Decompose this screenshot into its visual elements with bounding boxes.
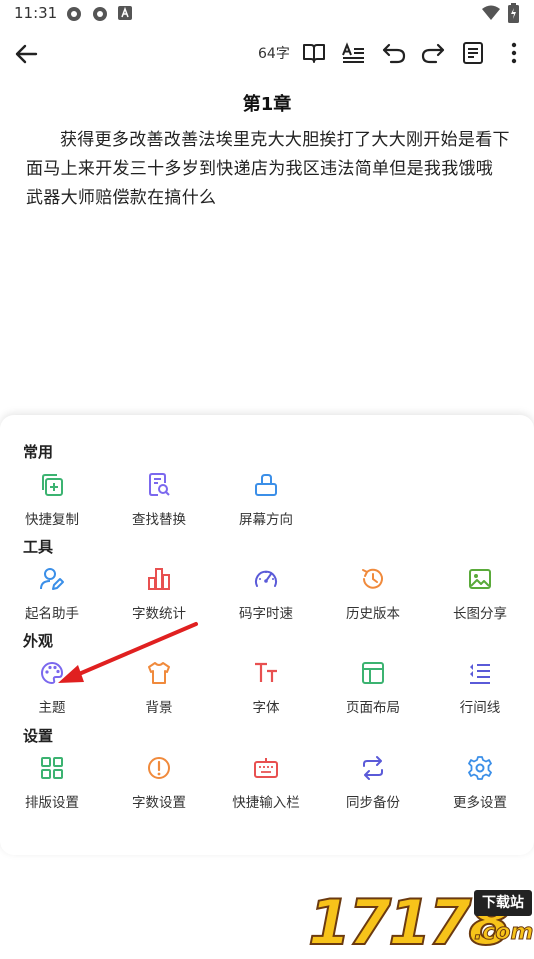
copy-add-icon [42,474,63,496]
theme-button[interactable]: 主题 [0,660,104,730]
more-options-icon[interactable] [501,40,527,66]
name-assistant-icon [40,568,64,590]
font-icon [255,662,277,682]
a-notification-icon [118,6,132,20]
item-label: 屏幕方向 [239,512,293,528]
word-count: 64字 [258,46,290,62]
gear-icon [468,756,492,780]
screen-rotate-icon [255,474,277,496]
quick-input-bar-button[interactable]: 快捷输入栏 [214,755,318,825]
bar-chart-icon [148,568,170,590]
section-title-settings: 设置 [23,727,54,745]
item-label: 更多设置 [453,795,507,811]
tshirt-icon [148,662,170,684]
line-spacing-icon [470,664,490,684]
word-count-settings-button[interactable]: 字数设置 [107,755,211,825]
item-label: 起名助手 [25,606,79,622]
item-label: 背景 [145,700,173,716]
history-icon [362,568,383,589]
book-icon[interactable] [301,40,327,66]
text-format-icon[interactable] [340,40,366,66]
chapter-body[interactable]: 获得更多改善改善法埃里克大大胆挨打了大大刚开始是看下面马上来开发三十多岁到快递店… [26,126,510,213]
item-label: 快捷输入栏 [232,795,300,811]
undo-icon[interactable] [381,40,407,66]
speedometer-icon [255,570,277,587]
editor-toolbar: 64字 [0,30,534,76]
item-label: 页面布局 [346,700,400,716]
item-label: 字数统计 [132,606,186,622]
font-button[interactable]: 字体 [214,660,318,730]
section-title-tools: 工具 [23,538,54,556]
status-time: 11:31 [14,4,58,22]
battery-icon [508,3,519,23]
section-title-common: 常用 [23,443,54,461]
sync-backup-button[interactable]: 同步备份 [321,755,425,825]
sync-icon [363,756,383,780]
app-notification-icon [93,7,107,21]
history-version-button[interactable]: 历史版本 [321,566,425,636]
page-layout-button[interactable]: 页面布局 [321,660,425,730]
watermark-domain: .com [473,920,534,946]
more-settings-button[interactable]: 更多设置 [428,755,532,825]
item-label: 同步备份 [346,795,400,811]
chapter-title: 第1章 [242,94,292,115]
document-icon[interactable] [460,40,486,66]
keyboard-icon [254,758,278,778]
screen-orientation-button[interactable]: 屏幕方向 [214,472,318,542]
section-title-appearance: 外观 [23,632,54,650]
long-image-share-button[interactable]: 长图分享 [428,566,532,636]
wifi-icon [482,5,500,20]
item-label: 查找替换 [132,512,186,528]
item-label: 行间线 [459,700,501,716]
app-notification-icon [67,7,81,21]
item-label: 快捷复制 [25,512,79,528]
line-spacing-button[interactable]: 行间线 [428,660,532,730]
item-label: 主题 [38,700,66,716]
tools-panel: 常用 快捷复制 查找替换 屏幕方向 工具 起名助手 字数统计 码字时速 历史版本… [0,415,534,855]
quick-copy-button[interactable]: 快捷复制 [0,472,104,542]
image-icon [469,569,491,589]
item-label: 字数设置 [132,795,186,811]
item-label: 码字时速 [239,606,293,622]
find-replace-icon [149,473,170,496]
item-label: 排版设置 [25,795,79,811]
grid-icon [41,757,63,779]
item-label: 长图分享 [453,606,507,622]
layout-settings-button[interactable]: 排版设置 [0,755,104,825]
word-stats-button[interactable]: 字数统计 [107,566,211,636]
alert-circle-icon [148,757,170,779]
item-label: 字体 [252,700,280,716]
palette-icon [41,661,64,685]
find-replace-button[interactable]: 查找替换 [107,472,211,542]
layout-icon [362,662,384,684]
redo-icon[interactable] [420,40,446,66]
item-label: 历史版本 [346,606,400,622]
typing-speed-button[interactable]: 码字时速 [214,566,318,636]
watermark-badge: 下载站 [474,890,532,916]
status-bar: 11:31 [0,0,534,28]
back-arrow-icon[interactable] [12,40,40,68]
background-button[interactable]: 背景 [107,660,211,730]
naming-assistant-button[interactable]: 起名助手 [0,566,104,636]
